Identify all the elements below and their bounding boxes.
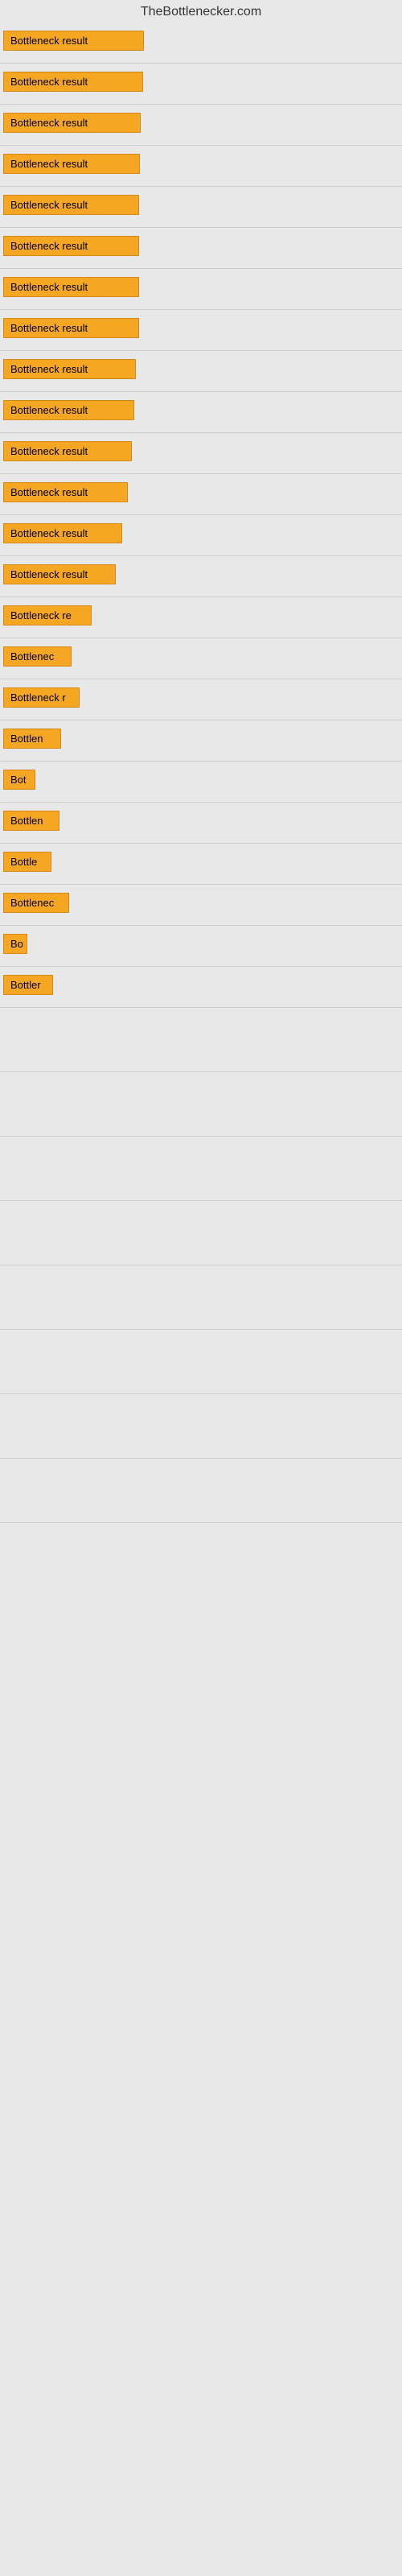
bottleneck-row-20: Bottlen	[0, 803, 402, 844]
bottleneck-row-24: Bottler	[0, 967, 402, 1008]
bottleneck-row-8: Bottleneck result	[0, 310, 402, 351]
bottleneck-badge-19[interactable]: Bot	[3, 770, 35, 790]
bottleneck-label-4: Bottleneck result	[10, 158, 88, 170]
empty-row-7	[0, 1459, 402, 1523]
bottleneck-label-23: Bo	[10, 938, 23, 950]
bottleneck-row-6: Bottleneck result	[0, 228, 402, 269]
bottleneck-row-5: Bottleneck result	[0, 187, 402, 228]
bottleneck-row-9: Bottleneck result	[0, 351, 402, 392]
bottleneck-badge-12[interactable]: Bottleneck result	[3, 482, 128, 502]
bottleneck-label-3: Bottleneck result	[10, 117, 88, 129]
bottleneck-label-13: Bottleneck result	[10, 527, 88, 539]
bottleneck-row-7: Bottleneck result	[0, 269, 402, 310]
bottleneck-badge-18[interactable]: Bottlen	[3, 729, 61, 749]
bottleneck-label-21: Bottle	[10, 856, 37, 868]
empty-row-6	[0, 1394, 402, 1459]
bottleneck-label-7: Bottleneck result	[10, 281, 88, 293]
bottleneck-badge-20[interactable]: Bottlen	[3, 811, 59, 831]
bottleneck-label-17: Bottleneck r	[10, 691, 66, 704]
bottleneck-label-1: Bottleneck result	[10, 35, 88, 47]
bottleneck-row-19: Bot	[0, 762, 402, 803]
empty-row-0	[0, 1008, 402, 1072]
empty-row-1	[0, 1072, 402, 1137]
bottleneck-badge-8[interactable]: Bottleneck result	[3, 318, 139, 338]
bottleneck-badge-15[interactable]: Bottleneck re	[3, 605, 92, 625]
site-title: TheBottlenecker.com	[0, 0, 402, 23]
bottleneck-row-15: Bottleneck re	[0, 597, 402, 638]
bottleneck-row-12: Bottleneck result	[0, 474, 402, 515]
bottleneck-badge-13[interactable]: Bottleneck result	[3, 523, 122, 543]
bottleneck-label-12: Bottleneck result	[10, 486, 88, 498]
bottleneck-badge-24[interactable]: Bottler	[3, 975, 53, 995]
empty-row-3	[0, 1201, 402, 1265]
bottleneck-badge-7[interactable]: Bottleneck result	[3, 277, 139, 297]
bottleneck-label-24: Bottler	[10, 979, 41, 991]
bottleneck-label-16: Bottlenec	[10, 650, 54, 663]
bottleneck-label-19: Bot	[10, 774, 27, 786]
bottleneck-label-11: Bottleneck result	[10, 445, 88, 457]
empty-row-2	[0, 1137, 402, 1201]
bottleneck-row-11: Bottleneck result	[0, 433, 402, 474]
bottleneck-label-8: Bottleneck result	[10, 322, 88, 334]
bottleneck-row-23: Bo	[0, 926, 402, 967]
bottleneck-badge-4[interactable]: Bottleneck result	[3, 154, 140, 174]
bottleneck-label-14: Bottleneck result	[10, 568, 88, 580]
bottleneck-row-3: Bottleneck result	[0, 105, 402, 146]
bottleneck-row-1: Bottleneck result	[0, 23, 402, 64]
bottleneck-badge-10[interactable]: Bottleneck result	[3, 400, 134, 420]
bottleneck-badge-14[interactable]: Bottleneck result	[3, 564, 116, 584]
bottleneck-label-2: Bottleneck result	[10, 76, 88, 88]
bottleneck-label-5: Bottleneck result	[10, 199, 88, 211]
bottleneck-badge-11[interactable]: Bottleneck result	[3, 441, 132, 461]
bottleneck-label-6: Bottleneck result	[10, 240, 88, 252]
bottleneck-badge-23[interactable]: Bo	[3, 934, 27, 954]
bottleneck-label-9: Bottleneck result	[10, 363, 88, 375]
bottleneck-badge-21[interactable]: Bottle	[3, 852, 51, 872]
bottleneck-label-20: Bottlen	[10, 815, 43, 827]
bottleneck-row-22: Bottlenec	[0, 885, 402, 926]
bottleneck-badge-9[interactable]: Bottleneck result	[3, 359, 136, 379]
bottleneck-label-15: Bottleneck re	[10, 609, 72, 621]
bottleneck-row-14: Bottleneck result	[0, 556, 402, 597]
bottleneck-row-13: Bottleneck result	[0, 515, 402, 556]
bottleneck-row-18: Bottlen	[0, 720, 402, 762]
bottleneck-label-10: Bottleneck result	[10, 404, 88, 416]
bottleneck-row-10: Bottleneck result	[0, 392, 402, 433]
bottleneck-label-22: Bottlenec	[10, 897, 54, 909]
bottleneck-badge-17[interactable]: Bottleneck r	[3, 687, 80, 708]
bottleneck-badge-6[interactable]: Bottleneck result	[3, 236, 139, 256]
bottleneck-row-4: Bottleneck result	[0, 146, 402, 187]
bottleneck-row-21: Bottle	[0, 844, 402, 885]
bottleneck-badge-2[interactable]: Bottleneck result	[3, 72, 143, 92]
bottleneck-badge-1[interactable]: Bottleneck result	[3, 31, 144, 51]
empty-row-4	[0, 1265, 402, 1330]
bottleneck-label-18: Bottlen	[10, 733, 43, 745]
bottleneck-badge-16[interactable]: Bottlenec	[3, 646, 72, 667]
bottleneck-badge-22[interactable]: Bottlenec	[3, 893, 69, 913]
bottleneck-row-2: Bottleneck result	[0, 64, 402, 105]
bottleneck-badge-5[interactable]: Bottleneck result	[3, 195, 139, 215]
bottleneck-row-17: Bottleneck r	[0, 679, 402, 720]
bottleneck-badge-3[interactable]: Bottleneck result	[3, 113, 141, 133]
empty-row-5	[0, 1330, 402, 1394]
bottleneck-row-16: Bottlenec	[0, 638, 402, 679]
